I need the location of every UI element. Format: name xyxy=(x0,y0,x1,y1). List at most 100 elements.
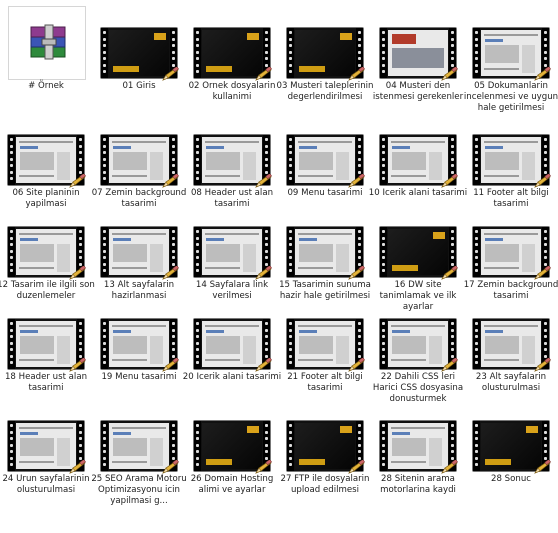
video-thumbnail-icon xyxy=(473,227,551,280)
thumbnail xyxy=(186,0,278,81)
pencil-overlay-icon xyxy=(440,66,458,81)
thumbnail xyxy=(372,199,464,280)
video-thumbnail-icon xyxy=(101,421,179,474)
video-thumbnail-icon xyxy=(287,135,365,188)
video-thumbnail-icon xyxy=(194,421,272,474)
video-frame xyxy=(388,229,448,275)
video-frame xyxy=(16,321,76,367)
video-frame xyxy=(202,229,262,275)
video-frame xyxy=(295,137,355,183)
video-thumbnail-icon xyxy=(8,319,86,372)
video-frame xyxy=(16,423,76,469)
thumbnail xyxy=(93,0,185,81)
thumbnail xyxy=(186,107,278,188)
video-thumbnail-icon xyxy=(8,421,86,474)
thumbnail xyxy=(372,107,464,188)
thumbnail xyxy=(372,393,464,474)
pencil-overlay-icon xyxy=(254,265,272,280)
thumbnail xyxy=(186,291,278,372)
file-grid: # Örnek 01 Giris 02 Ornek dosyalarin kulla… xyxy=(0,0,558,533)
pencil-overlay-icon xyxy=(254,459,272,474)
file-name-label: 19 Menu tasarimi xyxy=(101,372,177,382)
pencil-overlay-icon xyxy=(440,357,458,372)
video-frame xyxy=(202,137,262,183)
video-thumbnail-icon xyxy=(101,227,179,280)
video-frame xyxy=(202,423,262,469)
video-thumbnail-icon xyxy=(380,135,458,188)
video-thumbnail-icon xyxy=(194,227,272,280)
thumbnail xyxy=(279,107,371,188)
file-name-label: 26 Domain Hosting alimi ve ayarlar xyxy=(190,474,274,495)
thumbnail xyxy=(93,291,185,372)
video-thumbnail-icon xyxy=(380,319,458,372)
video-frame xyxy=(16,137,76,183)
thumbnail xyxy=(465,291,557,372)
video-frame xyxy=(388,423,448,469)
video-frame xyxy=(481,229,541,275)
pencil-overlay-icon xyxy=(254,66,272,81)
thumbnail xyxy=(279,393,371,474)
video-frame xyxy=(295,30,355,76)
file-name-label: 04 Musteri den istenmesi gerekenler xyxy=(372,81,464,102)
thumbnail xyxy=(279,0,371,81)
video-thumbnail-icon xyxy=(287,421,365,474)
thumbnail xyxy=(279,199,371,280)
video-thumbnail-icon xyxy=(194,28,272,81)
thumbnail xyxy=(465,199,557,280)
thumbnail xyxy=(0,291,92,372)
pencil-overlay-icon xyxy=(440,459,458,474)
video-frame xyxy=(481,30,541,76)
pencil-overlay-icon xyxy=(254,357,272,372)
pencil-overlay-icon xyxy=(347,265,365,280)
thumbnail xyxy=(186,393,278,474)
video-frame xyxy=(202,30,262,76)
file-name-label: 24 Urun sayfalarinin olusturulmasi xyxy=(2,474,90,495)
pencil-overlay-icon xyxy=(254,173,272,188)
thumbnail xyxy=(0,0,92,80)
thumbnail xyxy=(465,0,557,81)
video-thumbnail-icon xyxy=(287,319,365,372)
pencil-overlay-icon xyxy=(440,173,458,188)
video-frame xyxy=(295,321,355,367)
video-frame xyxy=(295,423,355,469)
pencil-overlay-icon xyxy=(533,357,551,372)
file-name-label: 09 Menu tasarimi xyxy=(287,188,363,198)
video-thumbnail-icon xyxy=(380,421,458,474)
file-name-label: 02 Ornek dosyalarin kullanimi xyxy=(188,81,276,102)
pencil-overlay-icon xyxy=(68,265,86,280)
pencil-overlay-icon xyxy=(440,265,458,280)
file-name-label: 20 Icerik alani tasarimi xyxy=(182,372,282,382)
video-frame xyxy=(388,321,448,367)
video-thumbnail-icon xyxy=(473,28,551,81)
file-name-label: 18 Header ust alan tasarimi xyxy=(4,372,88,393)
thumbnail xyxy=(93,393,185,474)
video-frame xyxy=(16,229,76,275)
video-thumbnail-icon xyxy=(473,421,551,474)
pencil-overlay-icon xyxy=(347,459,365,474)
pencil-overlay-icon xyxy=(533,173,551,188)
video-thumbnail-icon xyxy=(194,319,272,372)
pencil-overlay-icon xyxy=(533,265,551,280)
file-name-label: 03 Musteri taleplerinin degerlendirilmes… xyxy=(276,81,374,102)
pencil-overlay-icon xyxy=(68,357,86,372)
video-frame xyxy=(388,30,448,76)
file-name-label: 23 Alt sayfalarin olusturulmasi xyxy=(475,372,547,393)
video-frame xyxy=(109,137,169,183)
thumbnail xyxy=(93,199,185,280)
pencil-overlay-icon xyxy=(68,459,86,474)
thumbnail xyxy=(0,107,92,188)
file-name-label: 10 Icerik alani tasarimi xyxy=(368,188,468,198)
file-name-label: 25 SEO Arama Motoru Optimizasyonu icin y… xyxy=(91,474,187,506)
video-thumbnail-icon xyxy=(101,319,179,372)
video-frame xyxy=(481,321,541,367)
thumbnail xyxy=(0,393,92,474)
video-thumbnail-icon xyxy=(8,227,86,280)
winrar-archive-icon xyxy=(8,6,86,80)
thumbnail xyxy=(186,199,278,280)
pencil-overlay-icon xyxy=(161,173,179,188)
pencil-overlay-icon xyxy=(347,66,365,81)
thumbnail xyxy=(0,199,92,280)
thumbnail xyxy=(465,393,557,474)
file-name-label: 28 Sonuc xyxy=(491,474,531,484)
pencil-overlay-icon xyxy=(533,66,551,81)
